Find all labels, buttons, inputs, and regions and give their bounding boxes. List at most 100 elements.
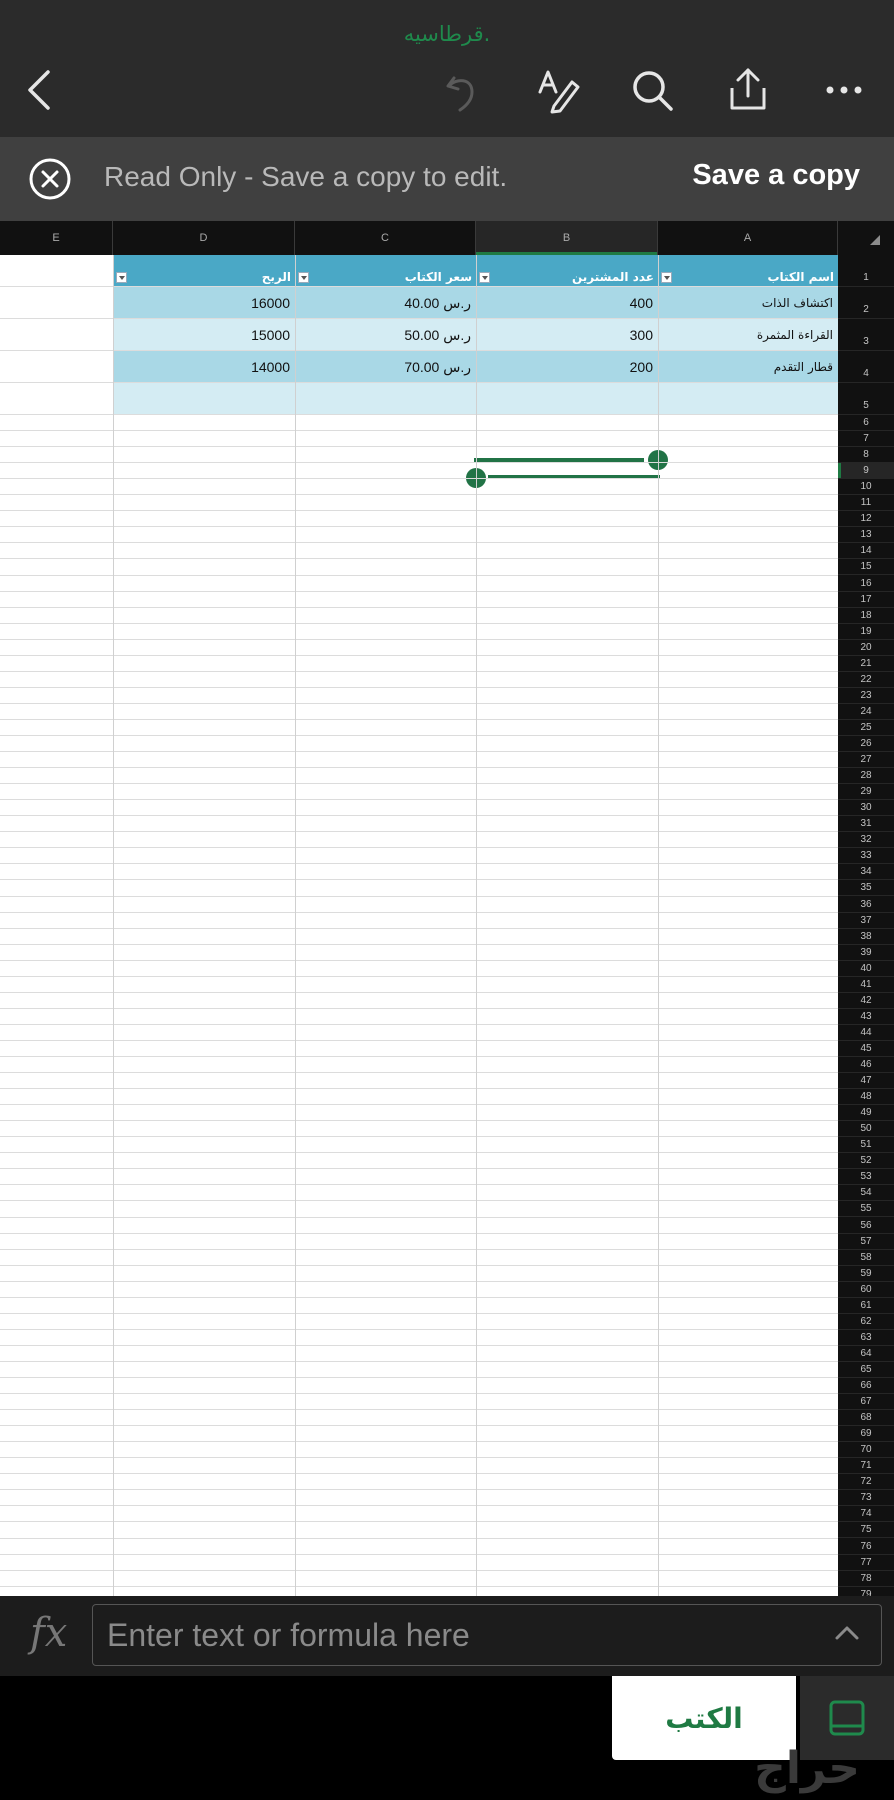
row-header[interactable]: 17 bbox=[838, 592, 894, 608]
row-header[interactable]: 63 bbox=[838, 1330, 894, 1346]
row-header[interactable]: 77 bbox=[838, 1555, 894, 1571]
row-header[interactable]: 6 bbox=[838, 415, 894, 432]
row-header[interactable]: 49 bbox=[838, 1105, 894, 1122]
table-cell[interactable]: قطار التقدم bbox=[658, 351, 838, 383]
row-header[interactable]: 55 bbox=[838, 1201, 894, 1218]
row-header[interactable]: 66 bbox=[838, 1378, 894, 1395]
row-header[interactable]: 48 bbox=[838, 1089, 894, 1106]
row-header[interactable]: 37 bbox=[838, 913, 894, 929]
row-header[interactable]: 38 bbox=[838, 929, 894, 945]
column-header-d[interactable]: D bbox=[113, 221, 295, 255]
row-header[interactable]: 36 bbox=[838, 897, 894, 913]
row-header[interactable]: 7 bbox=[838, 431, 894, 448]
row-header[interactable]: 18 bbox=[838, 608, 894, 624]
row-header[interactable]: 61 bbox=[838, 1298, 894, 1314]
row-header[interactable]: 25 bbox=[838, 720, 894, 736]
row-header[interactable]: 39 bbox=[838, 945, 894, 961]
row-header[interactable]: 43 bbox=[838, 1009, 894, 1025]
row-header[interactable]: 31 bbox=[838, 816, 894, 833]
row-header[interactable]: 28 bbox=[838, 768, 894, 785]
row-header[interactable]: 41 bbox=[838, 977, 894, 993]
row-header[interactable]: 75 bbox=[838, 1522, 894, 1539]
row-header[interactable]: 32 bbox=[838, 832, 894, 849]
table-cell[interactable]: 400 bbox=[476, 287, 658, 319]
row-header[interactable]: 26 bbox=[838, 736, 894, 753]
table-cell[interactable]: ر.س 70.00 bbox=[295, 351, 476, 383]
row-header[interactable]: 78 bbox=[838, 1571, 894, 1587]
row-header[interactable]: 10 bbox=[838, 479, 894, 496]
row-header[interactable]: 27 bbox=[838, 752, 894, 769]
table-header-b[interactable]: عدد المشترين bbox=[476, 255, 658, 287]
row-header[interactable]: 54 bbox=[838, 1185, 894, 1202]
row-header[interactable]: 21 bbox=[838, 656, 894, 672]
table-cell[interactable]: 300 bbox=[476, 319, 658, 351]
column-header-e[interactable]: E bbox=[0, 221, 113, 255]
share-button[interactable] bbox=[720, 62, 776, 118]
row-header[interactable]: 4 bbox=[838, 351, 894, 383]
table-cell[interactable]: ر.س 40.00 bbox=[295, 287, 476, 319]
row-header[interactable]: 52 bbox=[838, 1153, 894, 1170]
row-header[interactable]: 51 bbox=[838, 1137, 894, 1154]
row-header[interactable]: 13 bbox=[838, 527, 894, 544]
row-header[interactable]: 53 bbox=[838, 1169, 894, 1186]
row-header[interactable]: 47 bbox=[838, 1073, 894, 1090]
row-header[interactable]: 34 bbox=[838, 864, 894, 881]
row-header[interactable]: 44 bbox=[838, 1025, 894, 1041]
draw-button[interactable] bbox=[530, 62, 586, 118]
more-button[interactable] bbox=[816, 62, 872, 118]
row-header[interactable]: 62 bbox=[838, 1314, 894, 1330]
table-cell[interactable]: القراءة المثمرة bbox=[658, 319, 838, 351]
row-header[interactable]: 67 bbox=[838, 1394, 894, 1411]
filter-dropdown-icon[interactable] bbox=[479, 272, 490, 283]
row-header[interactable]: 9 bbox=[838, 463, 894, 480]
row-header[interactable]: 65 bbox=[838, 1362, 894, 1378]
row-header[interactable]: 15 bbox=[838, 559, 894, 576]
row-header[interactable]: 8 bbox=[838, 447, 894, 464]
table-cell[interactable]: 200 bbox=[476, 351, 658, 383]
row-header[interactable]: 5 bbox=[838, 383, 894, 415]
row-header[interactable]: 71 bbox=[838, 1458, 894, 1475]
column-header-b[interactable]: B bbox=[476, 221, 658, 255]
row-header[interactable]: 72 bbox=[838, 1474, 894, 1491]
row-header[interactable]: 79 bbox=[838, 1587, 894, 1596]
table-cell[interactable]: 14000 bbox=[113, 351, 295, 383]
row-header[interactable]: 56 bbox=[838, 1218, 894, 1234]
filter-dropdown-icon[interactable] bbox=[116, 272, 127, 283]
table-header-a[interactable]: اسم الكتاب bbox=[658, 255, 838, 287]
row-header[interactable]: 40 bbox=[838, 961, 894, 977]
table-cell[interactable]: 16000 bbox=[113, 287, 295, 319]
row-header[interactable]: 20 bbox=[838, 640, 894, 656]
close-circle-icon[interactable] bbox=[28, 157, 72, 201]
filter-dropdown-icon[interactable] bbox=[298, 272, 309, 283]
chevron-up-icon[interactable] bbox=[832, 1618, 862, 1648]
row-header[interactable]: 35 bbox=[838, 880, 894, 897]
row-header[interactable]: 68 bbox=[838, 1410, 894, 1427]
row-header[interactable]: 16 bbox=[838, 576, 894, 592]
column-header-a[interactable]: A bbox=[658, 221, 838, 255]
table-cell[interactable]: 15000 bbox=[113, 319, 295, 351]
row-header[interactable]: 58 bbox=[838, 1250, 894, 1266]
row-header[interactable]: 3 bbox=[838, 319, 894, 351]
row-header[interactable]: 11 bbox=[838, 495, 894, 512]
row-header[interactable]: 76 bbox=[838, 1539, 894, 1555]
row-header[interactable]: 12 bbox=[838, 511, 894, 528]
select-all-corner[interactable] bbox=[838, 221, 894, 255]
back-button[interactable] bbox=[14, 62, 70, 118]
save-a-copy-button[interactable]: Save a copy bbox=[692, 159, 860, 192]
row-header[interactable]: 74 bbox=[838, 1506, 894, 1523]
row-header[interactable]: 45 bbox=[838, 1041, 894, 1057]
row-header[interactable]: 29 bbox=[838, 784, 894, 801]
row-header[interactable]: 33 bbox=[838, 848, 894, 865]
cell-grid[interactable]: اسم الكتاب عدد المشترين سعر الكتاب الربح… bbox=[0, 255, 838, 1596]
table-cell[interactable]: ر.س 50.00 bbox=[295, 319, 476, 351]
table-cell[interactable]: اكتشاف الذات bbox=[658, 287, 838, 319]
undo-button[interactable] bbox=[434, 62, 490, 118]
row-header[interactable]: 69 bbox=[838, 1426, 894, 1443]
row-header[interactable]: 24 bbox=[838, 704, 894, 720]
row-header[interactable]: 14 bbox=[838, 543, 894, 560]
table-header-c[interactable]: سعر الكتاب bbox=[295, 255, 476, 287]
row-header[interactable]: 70 bbox=[838, 1442, 894, 1459]
row-header[interactable]: 59 bbox=[838, 1266, 894, 1282]
row-header[interactable]: 73 bbox=[838, 1490, 894, 1507]
row-header[interactable]: 46 bbox=[838, 1057, 894, 1074]
